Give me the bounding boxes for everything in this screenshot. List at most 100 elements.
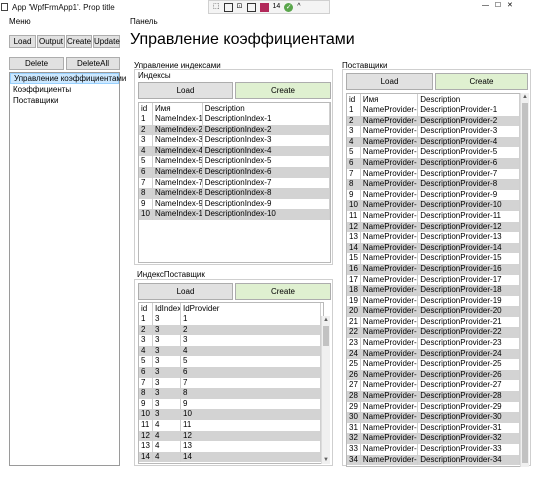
table-row[interactable]: 27NameProvider-27DescriptionProvider-27 bbox=[347, 380, 520, 392]
table-row[interactable]: 11 4 11 bbox=[139, 419, 323, 431]
column-header[interactable]: id bbox=[139, 103, 153, 114]
table-row[interactable]: 5 NameProvider-5 DescriptionProvider-5 bbox=[347, 147, 520, 158]
table-row[interactable]: 9 NameIndex-9 DescriptionIndex-9 bbox=[139, 198, 330, 210]
column-header[interactable]: Имя bbox=[153, 103, 203, 114]
table-row[interactable]: 6 NameProvider-6 DescriptionProvider-6 bbox=[347, 157, 520, 169]
menu-delete-all-button[interactable]: DeleteAll bbox=[66, 57, 120, 70]
table-row[interactable]: 3 NameProvider-3 DescriptionProvider-3 bbox=[347, 126, 520, 137]
table-row[interactable]: 26NameProvider-26DescriptionProvider-26 bbox=[347, 369, 520, 381]
hot-reload-icon[interactable] bbox=[259, 2, 269, 12]
table-row[interactable]: 333 bbox=[139, 335, 323, 346]
close-icon[interactable]: ✕ bbox=[507, 2, 513, 9]
menu-create-button[interactable]: Create bbox=[66, 35, 92, 48]
indexes-table[interactable]: id Имя Description 1 NameIndex-1 DescriptionI… bbox=[138, 102, 331, 263]
scroll-up-icon[interactable]: ▲ bbox=[322, 316, 330, 324]
menu-item-coefficient-management[interactable]: Управление коэффициентами bbox=[10, 73, 126, 84]
collapse-toolbar-icon[interactable]: ^ bbox=[297, 1, 300, 13]
table-row[interactable]: 636 bbox=[139, 366, 323, 378]
table-row[interactable]: 13 4 13 bbox=[139, 441, 323, 452]
column-header[interactable]: id bbox=[139, 303, 153, 314]
table-row[interactable]: 10 3 10 bbox=[139, 409, 323, 420]
table-row[interactable]: 34NameProvider-34DescriptionProvider-34 bbox=[347, 454, 520, 466]
providers-scrollbar[interactable]: ▲ bbox=[520, 93, 529, 467]
column-header[interactable]: IdIndex bbox=[153, 303, 181, 314]
table-row[interactable]: 4 NameProvider-4 DescriptionProvider-4 bbox=[347, 136, 520, 148]
table-row[interactable]: 131 bbox=[139, 314, 323, 325]
table-row[interactable]: 4 NameIndex-4 DescriptionIndex-4 bbox=[139, 145, 330, 157]
table-row[interactable]: 32NameProvider-32DescriptionProvider-32 bbox=[347, 433, 520, 444]
table-row[interactable]: 18NameProvider-18DescriptionProvider-18 bbox=[347, 285, 520, 296]
table-row[interactable]: 9 NameProvider-9 DescriptionProvider-9 bbox=[347, 189, 520, 201]
table-row[interactable]: 2 NameIndex-2 DescriptionIndex-2 bbox=[139, 124, 330, 136]
table-row[interactable]: 838 bbox=[139, 388, 323, 399]
menu-output-button[interactable]: Output bbox=[37, 35, 65, 48]
scroll-up-icon[interactable]: ▲ bbox=[521, 93, 529, 101]
providers-table[interactable]: id Имя Description 1 NameProvider-1 Descripti… bbox=[346, 93, 521, 467]
table-row[interactable]: 23NameProvider-23DescriptionProvider-23 bbox=[347, 338, 520, 349]
table-row[interactable]: 10NameProvider-10DescriptionProvider-10 bbox=[347, 200, 520, 211]
table-row[interactable]: 535 bbox=[139, 356, 323, 367]
scroll-thumb[interactable] bbox=[522, 103, 528, 463]
table-row[interactable]: 12 4 12 bbox=[139, 430, 323, 442]
track-focus-icon[interactable]: ⊡ bbox=[237, 1, 243, 13]
index-load-button[interactable]: Load bbox=[138, 82, 233, 99]
index-provider-create-button[interactable]: Create bbox=[235, 283, 331, 300]
table-row[interactable]: 6 NameIndex-6 DescriptionIndex-6 bbox=[139, 166, 330, 178]
table-row[interactable]: 15NameProvider-15DescriptionProvider-15 bbox=[347, 253, 520, 264]
table-row[interactable]: 737 bbox=[139, 377, 323, 389]
column-header[interactable]: Имя bbox=[361, 94, 419, 105]
layout-icon[interactable] bbox=[246, 2, 256, 12]
table-row[interactable]: 7 NameIndex-7 DescriptionIndex-7 bbox=[139, 177, 330, 189]
table-row[interactable]: 29NameProvider-29DescriptionProvider-29 bbox=[347, 401, 520, 413]
table-row[interactable]: 16NameProvider-16DescriptionProvider-16 bbox=[347, 263, 520, 275]
maximize-icon[interactable]: ☐ bbox=[495, 2, 501, 9]
table-row[interactable]: 21NameProvider-21DescriptionProvider-21 bbox=[347, 316, 520, 328]
table-row[interactable]: 8 NameIndex-8 DescriptionIndex-8 bbox=[139, 188, 330, 199]
table-row[interactable]: 14 4 14 bbox=[139, 451, 323, 463]
menu-delete-button[interactable]: Delete bbox=[9, 57, 64, 70]
table-row[interactable]: 33NameProvider-33DescriptionProvider-33 bbox=[347, 444, 520, 455]
menu-item-coefficients[interactable]: Коэффициенты bbox=[10, 84, 119, 95]
table-row[interactable]: 1 NameProvider-1 DescriptionProvider-1 bbox=[347, 105, 520, 116]
table-row[interactable]: 939 bbox=[139, 398, 323, 410]
index-provider-load-button[interactable]: Load bbox=[138, 283, 233, 300]
providers-load-button[interactable]: Load bbox=[346, 73, 433, 90]
table-row[interactable]: 24NameProvider-24DescriptionProvider-24 bbox=[347, 348, 520, 360]
display-adorners-icon[interactable] bbox=[223, 2, 233, 12]
column-header[interactable]: id bbox=[347, 94, 361, 105]
table-row[interactable]: 20NameProvider-20DescriptionProvider-20 bbox=[347, 306, 520, 317]
table-row[interactable]: 5 NameIndex-5 DescriptionIndex-5 bbox=[139, 156, 330, 167]
table-row[interactable]: 13NameProvider-13DescriptionProvider-13 bbox=[347, 232, 520, 243]
table-row[interactable]: 11NameProvider-11DescriptionProvider-11 bbox=[347, 210, 520, 222]
table-row[interactable]: 30NameProvider-30DescriptionProvider-30 bbox=[347, 412, 520, 423]
column-header[interactable]: IdProvider bbox=[181, 303, 321, 314]
table-row[interactable]: 12NameProvider-12DescriptionProvider-12 bbox=[347, 221, 520, 233]
table-row[interactable]: 25NameProvider-25DescriptionProvider-25 bbox=[347, 359, 520, 370]
table-row[interactable]: 19NameProvider-19DescriptionProvider-19 bbox=[347, 295, 520, 307]
table-row[interactable]: 8 NameProvider-8 DescriptionProvider-8 bbox=[347, 179, 520, 190]
menu-update-button[interactable]: Update bbox=[93, 35, 120, 48]
table-row[interactable]: 14NameProvider-14DescriptionProvider-14 bbox=[347, 242, 520, 254]
table-row[interactable]: 22NameProvider-22DescriptionProvider-22 bbox=[347, 327, 520, 339]
table-row[interactable]: 17NameProvider-17DescriptionProvider-17 bbox=[347, 274, 520, 286]
minimize-icon[interactable]: — bbox=[482, 2, 489, 9]
menu-load-button[interactable]: Load bbox=[9, 35, 36, 48]
table-row[interactable]: 1 NameIndex-1 DescriptionIndex-1 bbox=[139, 114, 330, 125]
column-header[interactable]: Description bbox=[418, 94, 520, 105]
table-row[interactable]: 434 bbox=[139, 345, 323, 357]
index-create-button[interactable]: Create bbox=[235, 82, 331, 99]
table-row[interactable]: 3 NameIndex-3 DescriptionIndex-3 bbox=[139, 135, 330, 146]
index-provider-table[interactable]: id IdIndex IdProvider 1 3 1 2 3 2 3 3 3 4 3 4 5 3 5 6 3 6 7 3 7… bbox=[138, 302, 324, 464]
select-element-icon[interactable]: ⬚ bbox=[213, 1, 220, 13]
table-row[interactable]: 7 NameProvider-7 DescriptionProvider-7 bbox=[347, 168, 520, 180]
providers-create-button[interactable]: Create bbox=[435, 73, 528, 90]
table-row[interactable]: 28NameProvider-28DescriptionProvider-28 bbox=[347, 391, 520, 402]
scroll-down-icon[interactable]: ▼ bbox=[322, 456, 330, 464]
menu-item-providers[interactable]: Поставщики bbox=[10, 95, 119, 106]
table-row[interactable]: 10 NameIndex-10 DescriptionIndex-10 bbox=[139, 209, 330, 220]
column-header[interactable]: Description bbox=[203, 103, 330, 114]
scroll-thumb[interactable] bbox=[323, 326, 329, 346]
table-row[interactable]: 232 bbox=[139, 324, 323, 336]
index-provider-scrollbar[interactable]: ▲ ▼ bbox=[321, 316, 330, 464]
table-row[interactable]: 31NameProvider-31DescriptionProvider-31 bbox=[347, 422, 520, 434]
